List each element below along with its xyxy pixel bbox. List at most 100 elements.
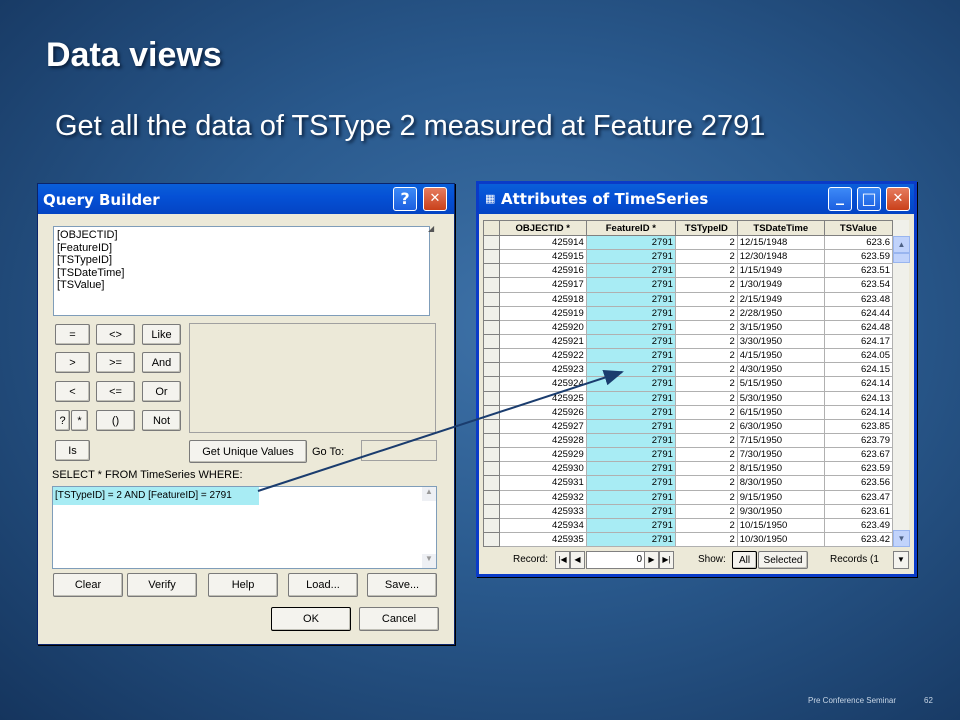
cell-tsvalue[interactable]: 624.15 [823, 362, 893, 378]
cell-tsdatetime[interactable]: 12/30/1948 [736, 249, 825, 265]
cell-objectid[interactable]: 425933 [498, 503, 587, 519]
table-row[interactable]: 425931 2791 2 8/30/1950 623.56 [483, 475, 893, 491]
cell-tsvalue[interactable]: 623.6 [823, 234, 893, 251]
cell-tsdatetime[interactable]: 10/15/1950 [736, 517, 825, 533]
previous-record-icon[interactable]: ◀ [570, 551, 585, 569]
cell-objectid[interactable]: 425931 [498, 475, 587, 491]
cell-featureid[interactable]: 2791 [585, 503, 676, 519]
cell-featureid[interactable]: 2791 [585, 348, 676, 364]
cell-featureid[interactable]: 2791 [585, 432, 676, 449]
greater-equal-button[interactable]: >= [96, 352, 135, 373]
field-item[interactable]: [TSDateTime] [57, 267, 426, 280]
cell-tsdatetime[interactable]: 6/30/1950 [736, 418, 825, 434]
table-row[interactable]: 425927 2791 2 6/30/1950 623.85 [483, 418, 893, 434]
scrollbar-up-icon[interactable]: ▲ [422, 487, 436, 501]
cell-tstypeid[interactable]: 2 [674, 277, 738, 293]
expression-textarea[interactable]: [TSTypeID] = 2 AND [FeatureID] = 2791 ▲ … [52, 486, 437, 569]
table-row[interactable]: 425923 2791 2 4/30/1950 624.15 [483, 362, 893, 378]
cell-objectid[interactable]: 425934 [498, 517, 587, 533]
cell-tsvalue[interactable]: 623.61 [823, 503, 893, 519]
and-button[interactable]: And [142, 352, 181, 373]
cell-tstypeid[interactable]: 2 [674, 333, 738, 350]
table-row[interactable]: 425924 2791 2 5/15/1950 624.14 [483, 376, 893, 392]
cell-featureid[interactable]: 2791 [585, 277, 676, 293]
cell-featureid[interactable]: 2791 [585, 305, 676, 321]
cell-tsdatetime[interactable]: 7/30/1950 [736, 447, 825, 463]
cell-featureid[interactable]: 2791 [585, 531, 676, 547]
cell-objectid[interactable]: 425917 [498, 277, 587, 293]
cell-objectid[interactable]: 425915 [498, 249, 587, 265]
cell-objectid[interactable]: 425919 [498, 305, 587, 321]
row-selector[interactable] [483, 503, 500, 519]
row-selector[interactable] [483, 376, 500, 392]
cell-objectid[interactable]: 425928 [498, 432, 587, 449]
table-row[interactable]: 425925 2791 2 5/30/1950 624.13 [483, 390, 893, 406]
cell-tsvalue[interactable]: 624.13 [823, 390, 893, 406]
maximize-icon[interactable]: □ [857, 187, 881, 211]
cell-tsdatetime[interactable]: 2/28/1950 [736, 305, 825, 321]
less-than-button[interactable]: < [55, 381, 90, 402]
cell-tsdatetime[interactable]: 4/30/1950 [736, 362, 825, 378]
column-header-featureid[interactable]: FeatureID * [585, 220, 676, 236]
row-selector[interactable] [483, 263, 500, 279]
row-selector[interactable] [483, 517, 500, 533]
column-header-tsvalue[interactable]: TSValue [823, 220, 893, 236]
cell-tsdatetime[interactable]: 9/30/1950 [736, 503, 825, 519]
record-input[interactable]: 0 [586, 551, 645, 569]
save-button[interactable]: Save... [367, 573, 437, 597]
cell-objectid[interactable]: 425935 [498, 531, 587, 547]
unique-values-list[interactable] [189, 323, 436, 433]
next-record-icon[interactable]: ▶ [644, 551, 659, 569]
table-row[interactable]: 425922 2791 2 4/15/1950 624.05 [483, 348, 893, 364]
table-row[interactable]: 425933 2791 2 9/30/1950 623.61 [483, 503, 893, 519]
or-button[interactable]: Or [142, 381, 181, 402]
cell-tsvalue[interactable]: 623.48 [823, 291, 893, 307]
table-row[interactable]: 425917 2791 2 1/30/1949 623.54 [483, 277, 893, 293]
parentheses-button[interactable]: () [96, 410, 135, 431]
scroll-down-icon[interactable]: ▼ [893, 530, 910, 547]
cell-featureid[interactable]: 2791 [585, 333, 676, 350]
cell-featureid[interactable]: 2791 [585, 319, 676, 335]
row-selector[interactable] [483, 390, 500, 406]
cell-featureid[interactable]: 2791 [585, 390, 676, 406]
table-row[interactable]: 425932 2791 2 9/15/1950 623.47 [483, 489, 893, 505]
table-row[interactable]: 425921 2791 2 3/30/1950 624.17 [483, 333, 893, 350]
row-selector[interactable] [483, 319, 500, 335]
cell-tsdatetime[interactable]: 10/30/1950 [736, 531, 825, 547]
close-icon[interactable]: ✕ [886, 187, 910, 211]
table-row[interactable]: 425918 2791 2 2/15/1949 623.48 [483, 291, 893, 307]
cell-tsvalue[interactable]: 624.14 [823, 376, 893, 392]
field-item[interactable]: [FeatureID] [57, 242, 426, 255]
cell-tstypeid[interactable]: 2 [674, 249, 738, 265]
cell-tsdatetime[interactable]: 6/15/1950 [736, 404, 825, 420]
row-selector[interactable] [483, 348, 500, 364]
row-selector[interactable] [483, 249, 500, 265]
help-dialog-button[interactable]: Help [208, 573, 278, 597]
cell-objectid[interactable]: 425916 [498, 263, 587, 279]
show-selected-button[interactable]: Selected [758, 551, 808, 569]
cell-tstypeid[interactable]: 2 [674, 234, 738, 251]
cell-tsdatetime[interactable]: 8/30/1950 [736, 475, 825, 491]
cell-objectid[interactable]: 425921 [498, 333, 587, 350]
table-row[interactable]: 425935 2791 2 10/30/1950 623.42 [483, 531, 893, 547]
cell-tstypeid[interactable]: 2 [674, 418, 738, 434]
cancel-button[interactable]: Cancel [359, 607, 439, 631]
row-selector[interactable] [483, 333, 500, 350]
cell-objectid[interactable]: 425918 [498, 291, 587, 307]
cell-objectid[interactable]: 425924 [498, 376, 587, 392]
column-header-tsdatetime[interactable]: TSDateTime [736, 220, 825, 236]
cell-tstypeid[interactable]: 2 [674, 390, 738, 406]
cell-tsvalue[interactable]: 623.79 [823, 432, 893, 449]
clear-button[interactable]: Clear [53, 573, 123, 597]
cell-tsdatetime[interactable]: 8/15/1950 [736, 461, 825, 477]
cell-tsdatetime[interactable]: 1/15/1949 [736, 263, 825, 279]
cell-tstypeid[interactable]: 2 [674, 517, 738, 533]
row-selector[interactable] [483, 531, 500, 547]
table-row[interactable]: 425926 2791 2 6/15/1950 624.14 [483, 404, 893, 420]
is-button[interactable]: Is [55, 440, 90, 461]
row-selector[interactable] [483, 489, 500, 505]
table-row[interactable]: 425915 2791 2 12/30/1948 623.59 [483, 249, 893, 265]
help-button[interactable]: ? [393, 187, 417, 211]
cell-objectid[interactable]: 425932 [498, 489, 587, 505]
row-selector[interactable] [483, 277, 500, 293]
